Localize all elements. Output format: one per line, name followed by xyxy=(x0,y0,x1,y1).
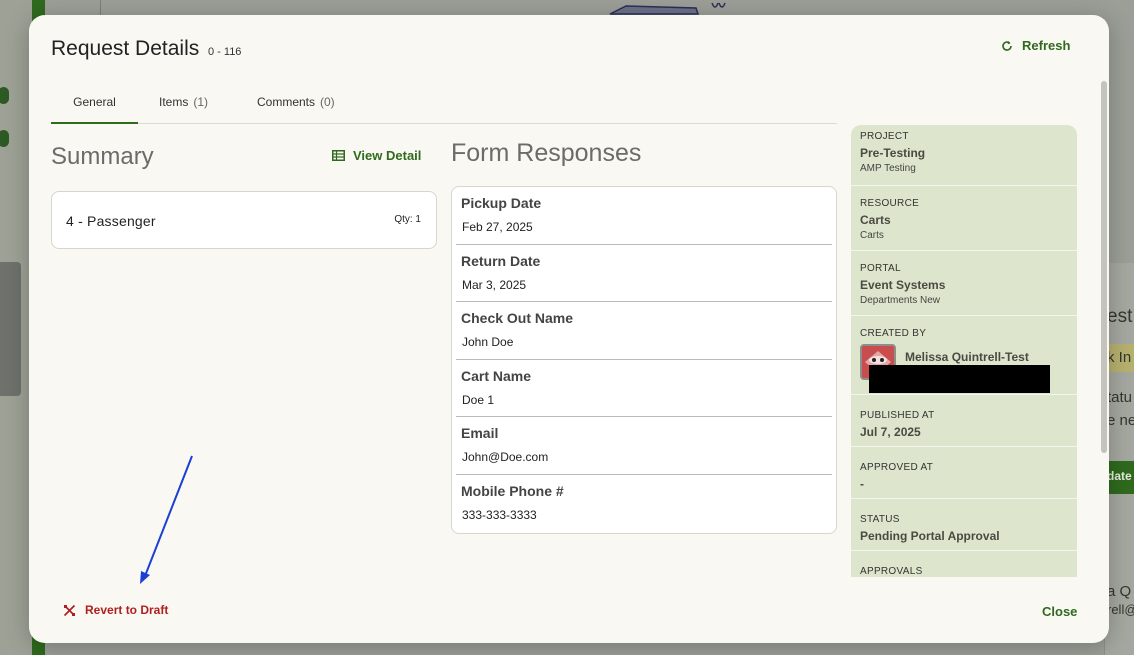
item-quantity: Qty: 1 xyxy=(394,214,421,225)
summary-title: Summary xyxy=(51,143,154,170)
request-id: 0 - 116 xyxy=(208,46,242,58)
published-at-label: PUBLISHED AT xyxy=(860,410,935,421)
approved-at-section: APPROVED AT - xyxy=(851,447,1077,499)
form-field: Pickup Date Feb 27, 2025 xyxy=(456,187,832,245)
refresh-icon xyxy=(1002,40,1012,51)
status-section: STATUS Pending Portal Approval xyxy=(851,499,1077,551)
revert-label: Revert to Draft xyxy=(85,603,169,617)
background-text: date xyxy=(1107,469,1132,483)
background-status-dot xyxy=(0,130,9,147)
published-at-value: Jul 7, 2025 xyxy=(860,425,921,439)
tab-label: Items xyxy=(159,95,189,109)
portal-section: PORTAL Event Systems Departments New xyxy=(851,251,1077,316)
project-label: PROJECT xyxy=(860,131,909,142)
field-label: Pickup Date xyxy=(461,195,542,211)
tab-comments[interactable]: Comments (0) xyxy=(257,90,335,124)
background-text: e ne xyxy=(1107,412,1134,429)
modal-title: Request Details xyxy=(51,37,200,60)
request-info-panel: PROJECT Pre-Testing AMP Testing RESOURCE… xyxy=(851,125,1077,577)
project-sub: AMP Testing xyxy=(860,163,916,174)
background-left-strip xyxy=(0,0,32,655)
published-at-section: PUBLISHED AT Jul 7, 2025 xyxy=(851,395,1077,447)
form-field: Mobile Phone # 333-333-3333 xyxy=(456,475,832,533)
tab-count: (1) xyxy=(193,95,209,109)
form-field: Cart Name Doe 1 xyxy=(456,360,832,417)
field-label: Email xyxy=(461,425,499,441)
form-field: Return Date Mar 3, 2025 xyxy=(456,245,832,302)
resource-label: RESOURCE xyxy=(860,198,920,209)
field-value: Mar 3, 2025 xyxy=(462,277,527,292)
field-label: Check Out Name xyxy=(461,310,574,326)
redacted-area xyxy=(869,365,1050,393)
summary-item-card[interactable]: 4 - Passenger Qty: 1 xyxy=(51,191,437,249)
field-label: Return Date xyxy=(461,252,541,269)
field-value: 333-333-3333 xyxy=(462,507,537,522)
status-value: Pending Portal Approval xyxy=(860,529,1000,543)
field-value: Feb 27, 2025 xyxy=(462,220,533,234)
revert-to-draft-button[interactable]: Revert to Draft xyxy=(63,603,168,617)
form-responses-list: Pickup Date Feb 27, 2025 Return Date Mar… xyxy=(451,186,837,534)
background-text: tatu xyxy=(1107,389,1133,406)
modal-scrollbar[interactable] xyxy=(1101,81,1107,453)
status-label: STATUS xyxy=(860,514,900,525)
field-value: John Doe xyxy=(462,335,514,349)
approvals-section: APPROVALS xyxy=(851,551,1077,577)
view-detail-label: View Detail xyxy=(353,148,422,163)
portal-sub: Departments New xyxy=(860,295,941,306)
request-details-modal: Request Details 0 - 116 Refresh General … xyxy=(29,15,1109,643)
field-label: Cart Name xyxy=(461,367,532,384)
field-label: Mobile Phone # xyxy=(461,482,564,499)
tab-items[interactable]: Items (1) xyxy=(159,90,208,124)
item-name: 4 - Passenger xyxy=(66,213,156,229)
project-section: PROJECT Pre-Testing AMP Testing xyxy=(851,125,1077,186)
refresh-button[interactable]: Refresh xyxy=(1001,38,1070,53)
refresh-label: Refresh xyxy=(1022,38,1071,53)
resource-sub: Carts xyxy=(860,230,884,241)
tab-bar: General Items (1) Comments (0) xyxy=(51,90,837,124)
approvals-label: APPROVALS xyxy=(860,566,923,577)
background-text: est xyxy=(1107,306,1133,327)
background-status-dot xyxy=(0,87,9,104)
background-text: a Q xyxy=(1107,583,1132,600)
background-text: rell@ xyxy=(1107,602,1134,617)
project-value: Pre-Testing xyxy=(860,146,926,160)
approved-at-value: - xyxy=(860,477,864,491)
form-responses-title: Form Responses xyxy=(451,139,642,167)
form-field: Check Out Name John Doe xyxy=(456,302,832,360)
field-value: Doe 1 xyxy=(462,392,495,407)
portal-value: Event Systems xyxy=(860,278,946,292)
resource-value: Carts xyxy=(860,213,891,227)
revert-icon xyxy=(63,604,76,616)
view-detail-button[interactable]: View Detail xyxy=(332,148,421,163)
background-divider xyxy=(100,0,101,15)
form-field: Email John@Doe.com xyxy=(456,417,832,475)
field-value: John@Doe.com xyxy=(462,450,549,464)
portal-label: PORTAL xyxy=(860,263,901,274)
tab-general[interactable]: General xyxy=(51,90,138,124)
created-by-label: CREATED BY xyxy=(860,328,927,339)
tab-label: Comments xyxy=(257,95,316,109)
resource-section: RESOURCE Carts Carts xyxy=(851,186,1077,251)
tab-count: (0) xyxy=(320,95,335,109)
close-button[interactable]: Close xyxy=(1042,604,1077,619)
table-icon xyxy=(332,150,345,161)
created-by-value: Melissa Quintrell-Test xyxy=(905,350,1029,364)
background-text: k In xyxy=(1107,349,1132,366)
approved-at-label: APPROVED AT xyxy=(860,462,934,473)
background-panel xyxy=(0,262,21,396)
tab-label: General xyxy=(73,95,116,109)
